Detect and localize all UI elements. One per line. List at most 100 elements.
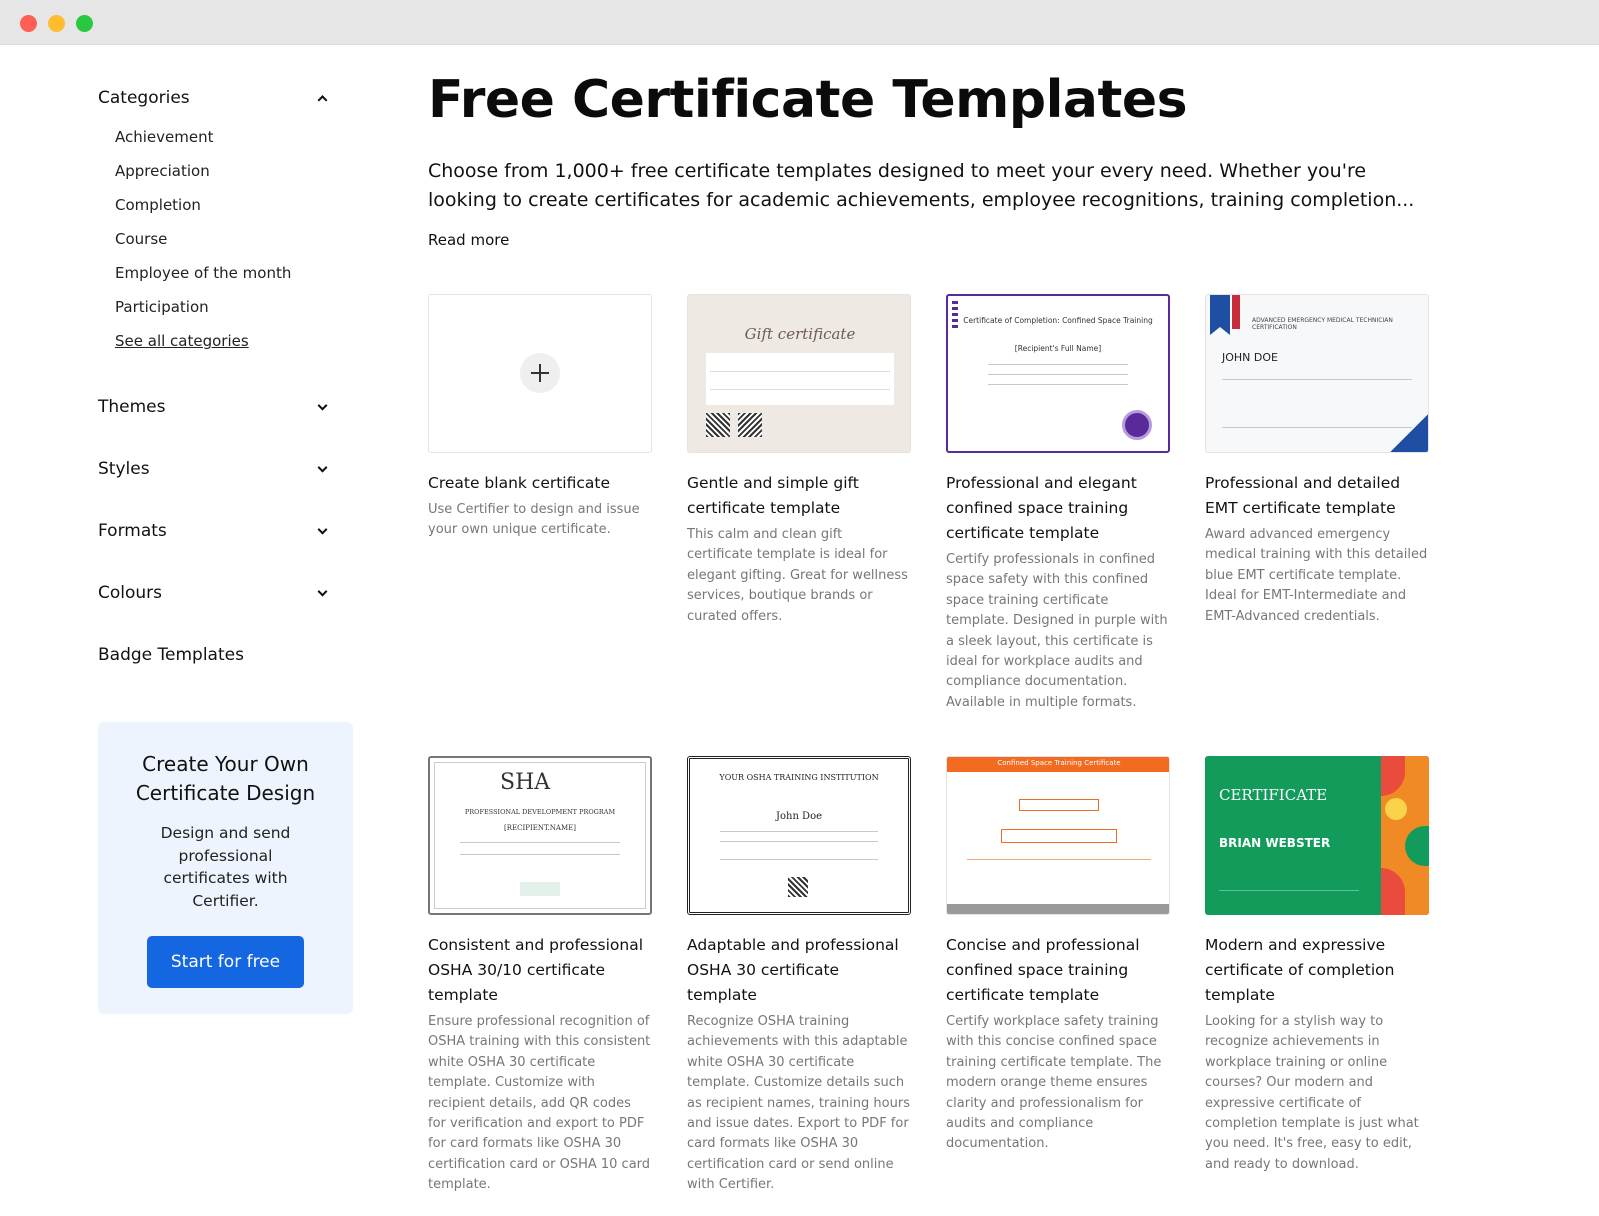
form-block bbox=[706, 353, 894, 405]
thumbnail-title: Gift certificate bbox=[744, 325, 856, 343]
divider bbox=[460, 854, 620, 855]
accent-bar bbox=[1232, 295, 1240, 329]
read-more-link[interactable]: Read more bbox=[428, 231, 509, 249]
thumbnail-name: John Doe bbox=[775, 811, 823, 822]
qr-code-icon bbox=[788, 877, 808, 897]
card-description: Recognize OSHA training achievements wit… bbox=[687, 1014, 910, 1193]
card-title[interactable]: Consistent and professional OSHA 30/10 c… bbox=[428, 933, 652, 1008]
badge-templates-link[interactable]: Badge Templates bbox=[98, 624, 358, 686]
template-card[interactable]: YOUR OSHA TRAINING INSTITUTION John Doe … bbox=[687, 756, 911, 1196]
themes-toggle[interactable]: Themes bbox=[98, 376, 358, 438]
thumbnail-title: CERTIFICATE bbox=[1219, 786, 1328, 804]
thumbnail-title: Certificate of Completion: Confined Spac… bbox=[963, 316, 1153, 325]
chevron-down-icon bbox=[317, 462, 328, 473]
card-title[interactable]: Gentle and simple gift certificate templ… bbox=[687, 471, 911, 521]
template-card[interactable]: Create blank certificate Use Certifier t… bbox=[428, 294, 652, 541]
course-box bbox=[1001, 829, 1117, 843]
formats-label: Formats bbox=[98, 521, 167, 541]
chevron-down-icon bbox=[317, 524, 328, 535]
card-description: Certify professionals in confined space … bbox=[946, 552, 1168, 710]
styles-toggle[interactable]: Styles bbox=[98, 438, 358, 500]
pattern-shape bbox=[1385, 798, 1407, 820]
thumbnail-name: JOHN DOE bbox=[1222, 351, 1278, 364]
card-title[interactable]: Create blank certificate bbox=[428, 471, 652, 496]
emt-certificate-thumbnail[interactable]: ADVANCED EMERGENCY MEDICAL TECHNICIAN CE… bbox=[1205, 294, 1429, 453]
see-all-categories-link[interactable]: See all categories bbox=[115, 324, 358, 358]
thumbnail-logo: SHA bbox=[500, 770, 551, 795]
card-title[interactable]: Adaptable and professional OSHA 30 certi… bbox=[687, 933, 911, 1008]
card-title[interactable]: Modern and expressive certificate of com… bbox=[1205, 933, 1429, 1008]
minimize-window-button[interactable] bbox=[48, 15, 65, 32]
confined-space-purple-thumbnail[interactable]: Certificate of Completion: Confined Spac… bbox=[946, 294, 1170, 453]
promo-body: Design and send professional certificate… bbox=[160, 824, 291, 910]
ribbon-icon bbox=[1210, 295, 1230, 335]
confined-space-orange-thumbnail[interactable]: Confined Space Training Certificate bbox=[946, 756, 1170, 915]
name-box bbox=[1019, 799, 1099, 811]
chevron-down-icon bbox=[317, 400, 328, 411]
sidebar: Categories Achievement Appreciation Comp… bbox=[98, 80, 358, 686]
categories-label: Categories bbox=[98, 88, 190, 108]
template-card[interactable]: ADVANCED EMERGENCY MEDICAL TECHNICIAN CE… bbox=[1205, 294, 1429, 627]
category-item[interactable]: Course bbox=[115, 222, 358, 256]
card-description: Certify workplace safety training with t… bbox=[946, 1014, 1162, 1152]
template-card[interactable]: Gift certificate Gentle and simple gift … bbox=[687, 294, 911, 627]
thumbnail-title: Confined Space Training Certificate bbox=[997, 759, 1121, 767]
qr-code-icon bbox=[706, 413, 730, 437]
divider bbox=[967, 859, 1151, 860]
template-card[interactable]: SHA PROFESSIONAL DEVELOPMENT PROGRAM [RE… bbox=[428, 756, 652, 1196]
divider bbox=[988, 384, 1128, 385]
colours-toggle[interactable]: Colours bbox=[98, 562, 358, 624]
accent-bar bbox=[952, 300, 958, 328]
chevron-up-icon bbox=[317, 95, 328, 106]
card-title[interactable]: Professional and elegant confined space … bbox=[946, 471, 1170, 546]
page-title: Free Certificate Templates bbox=[428, 70, 1188, 130]
template-card[interactable]: CERTIFICATE BRIAN WEBSTER Modern and exp… bbox=[1205, 756, 1429, 1175]
thumbnail-title: YOUR OSHA TRAINING INSTITUTION bbox=[719, 773, 879, 782]
promo-box: Create Your Own Certificate Design Desig… bbox=[98, 722, 353, 1014]
card-description: Looking for a stylish way to recognize a… bbox=[1205, 1014, 1419, 1172]
osha-3010-thumbnail[interactable]: SHA PROFESSIONAL DEVELOPMENT PROGRAM [RE… bbox=[428, 756, 652, 915]
main-content: Free Certificate Templates Choose from 1… bbox=[428, 60, 1438, 249]
blank-certificate-thumbnail[interactable] bbox=[428, 294, 652, 453]
categories-toggle[interactable]: Categories bbox=[98, 80, 358, 116]
category-item[interactable]: Completion bbox=[115, 188, 358, 222]
modern-completion-thumbnail[interactable]: CERTIFICATE BRIAN WEBSTER bbox=[1205, 756, 1429, 915]
start-for-free-button[interactable]: Start for free bbox=[147, 936, 304, 988]
thumbnail-subtitle: PROFESSIONAL DEVELOPMENT PROGRAM bbox=[464, 808, 616, 816]
category-item[interactable]: Achievement bbox=[115, 120, 358, 154]
category-item[interactable]: Employee of the month bbox=[115, 256, 358, 290]
themes-label: Themes bbox=[98, 397, 166, 417]
title-bar bbox=[0, 0, 1599, 45]
divider bbox=[460, 842, 620, 843]
close-window-button[interactable] bbox=[20, 15, 37, 32]
card-description: Use Certifier to design and issue your o… bbox=[428, 502, 640, 538]
card-title[interactable]: Professional and detailed EMT certificat… bbox=[1205, 471, 1429, 521]
formats-toggle[interactable]: Formats bbox=[98, 500, 358, 562]
category-list: Achievement Appreciation Completion Cour… bbox=[98, 120, 358, 358]
thumbnail-name: [RECIPIENT.NAME] bbox=[504, 824, 576, 832]
chevron-down-icon bbox=[317, 586, 328, 597]
divider bbox=[710, 389, 890, 390]
divider bbox=[1222, 427, 1412, 428]
plus-icon bbox=[520, 353, 560, 393]
template-card[interactable]: Certificate of Completion: Confined Spac… bbox=[946, 294, 1170, 713]
promo-title: Create Your Own Certificate Design bbox=[135, 752, 316, 805]
category-item[interactable]: Appreciation bbox=[115, 154, 358, 188]
filter-sections: Themes Styles Formats Colours Badge Temp… bbox=[98, 376, 358, 686]
corner-accent bbox=[1390, 414, 1428, 452]
divider bbox=[720, 859, 878, 860]
colours-label: Colours bbox=[98, 583, 163, 603]
divider bbox=[720, 831, 878, 832]
osha-30-thumbnail[interactable]: YOUR OSHA TRAINING INSTITUTION John Doe bbox=[687, 756, 911, 915]
template-card[interactable]: Confined Space Training Certificate Conc… bbox=[946, 756, 1170, 1155]
divider bbox=[720, 841, 878, 842]
zoom-window-button[interactable] bbox=[76, 15, 93, 32]
card-description: Ensure professional recognition of OSHA … bbox=[428, 1014, 651, 1193]
card-title[interactable]: Concise and professional confined space … bbox=[946, 933, 1170, 1008]
styles-label: Styles bbox=[98, 459, 150, 479]
thumbnail-subtitle: ADVANCED EMERGENCY MEDICAL TECHNICIAN CE… bbox=[1252, 317, 1393, 331]
footer-bar bbox=[947, 904, 1169, 914]
category-item[interactable]: Participation bbox=[115, 290, 358, 324]
divider bbox=[988, 374, 1128, 375]
gift-certificate-thumbnail[interactable]: Gift certificate bbox=[687, 294, 911, 453]
